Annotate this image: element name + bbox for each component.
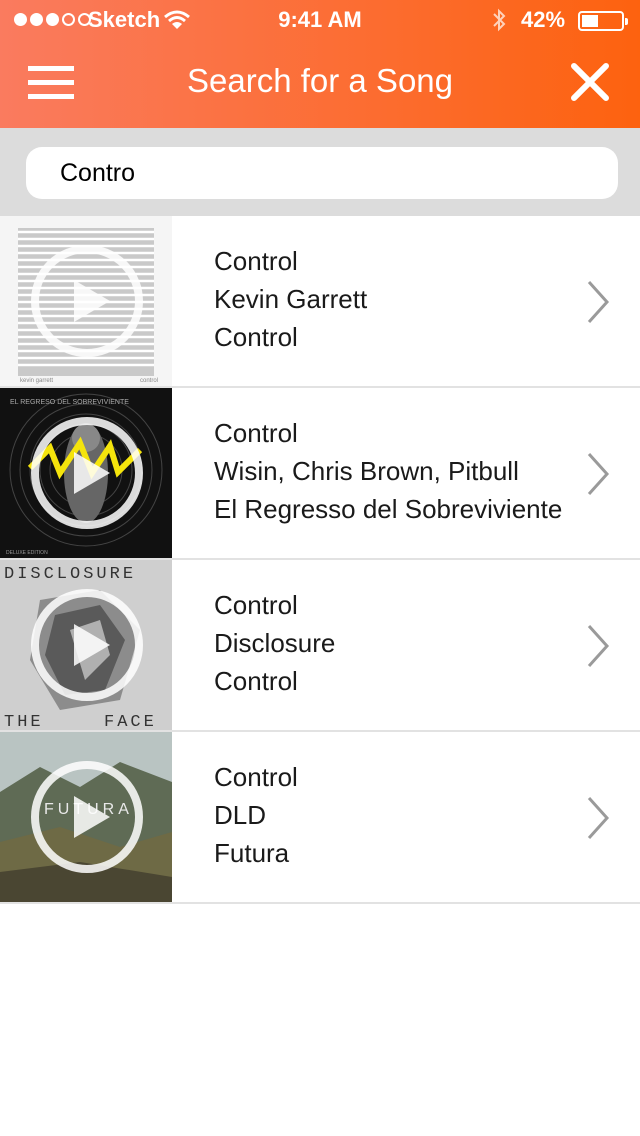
album-cover: EL REGRESO DEL SOBREVIVIENTE DELUXE EDIT… xyxy=(0,388,172,558)
svg-text:FACE: FACE xyxy=(104,713,157,730)
bluetooth-icon xyxy=(493,8,506,32)
svg-text:THE: THE xyxy=(4,713,44,730)
play-icon[interactable] xyxy=(30,760,144,874)
page-title: Search for a Song xyxy=(187,62,453,99)
album-cover: DISCLOSURE THE FACE xyxy=(0,560,172,730)
song-album: Futura xyxy=(214,838,290,868)
search-bar xyxy=(0,128,640,216)
album-cover: FUTURA xyxy=(0,732,172,902)
song-artist: DLD xyxy=(214,800,267,830)
app-header: Sketch 9:41 AM 42% Search for a Song xyxy=(0,0,640,128)
chevron-right-icon xyxy=(587,796,610,840)
close-button[interactable] xyxy=(566,58,614,106)
song-artist: Wisin, Chris Brown, Pitbull xyxy=(214,456,519,486)
result-row[interactable]: EL REGRESO DEL SOBREVIVIENTE DELUXE EDIT… xyxy=(0,388,640,560)
chevron-right-icon xyxy=(587,280,610,324)
svg-text:DELUXE EDITION: DELUXE EDITION xyxy=(6,550,48,556)
svg-text:control: control xyxy=(140,378,158,384)
song-title: Control xyxy=(214,246,298,276)
chevron-right-icon xyxy=(587,624,610,668)
song-info: Control DLD Futura xyxy=(214,758,298,872)
result-row[interactable]: kevin garrett control Control Kevin Garr… xyxy=(0,216,640,388)
song-info: Control Kevin Garrett Control xyxy=(214,242,367,356)
status-bar: Sketch 9:41 AM 42% xyxy=(0,0,640,40)
song-title: Control xyxy=(214,418,298,448)
result-row[interactable]: DISCLOSURE THE FACE Control Disclosure C… xyxy=(0,560,640,732)
chevron-right-icon xyxy=(587,452,610,496)
song-info: Control Disclosure Control xyxy=(214,586,335,700)
play-icon[interactable] xyxy=(30,244,144,358)
battery-percentage: 42% xyxy=(521,7,566,32)
play-icon[interactable] xyxy=(30,416,144,530)
song-artist: Kevin Garrett xyxy=(214,284,368,314)
svg-text:DISCLOSURE: DISCLOSURE xyxy=(4,565,136,584)
svg-text:kevin garrett: kevin garrett xyxy=(20,378,53,384)
svg-text:EL REGRESO DEL SOBREVIVIENTE: EL REGRESO DEL SOBREVIVIENTE xyxy=(10,399,129,406)
song-info: Control Wisin, Chris Brown, Pitbull El R… xyxy=(214,414,562,528)
song-title: Control xyxy=(214,590,298,620)
search-input[interactable] xyxy=(26,147,618,199)
song-album: Control xyxy=(214,322,298,352)
battery-icon xyxy=(578,11,628,31)
play-icon[interactable] xyxy=(30,588,144,702)
song-artist: Disclosure xyxy=(214,628,336,658)
album-cover: kevin garrett control xyxy=(0,216,172,386)
results-list: kevin garrett control Control Kevin Garr… xyxy=(0,216,640,904)
song-title: Control xyxy=(214,762,298,792)
song-album: Control xyxy=(214,666,298,696)
song-album: El Regresso del Sobreviviente xyxy=(214,494,563,524)
close-icon xyxy=(571,63,609,101)
result-row[interactable]: FUTURA Control DLD Futura xyxy=(0,732,640,904)
